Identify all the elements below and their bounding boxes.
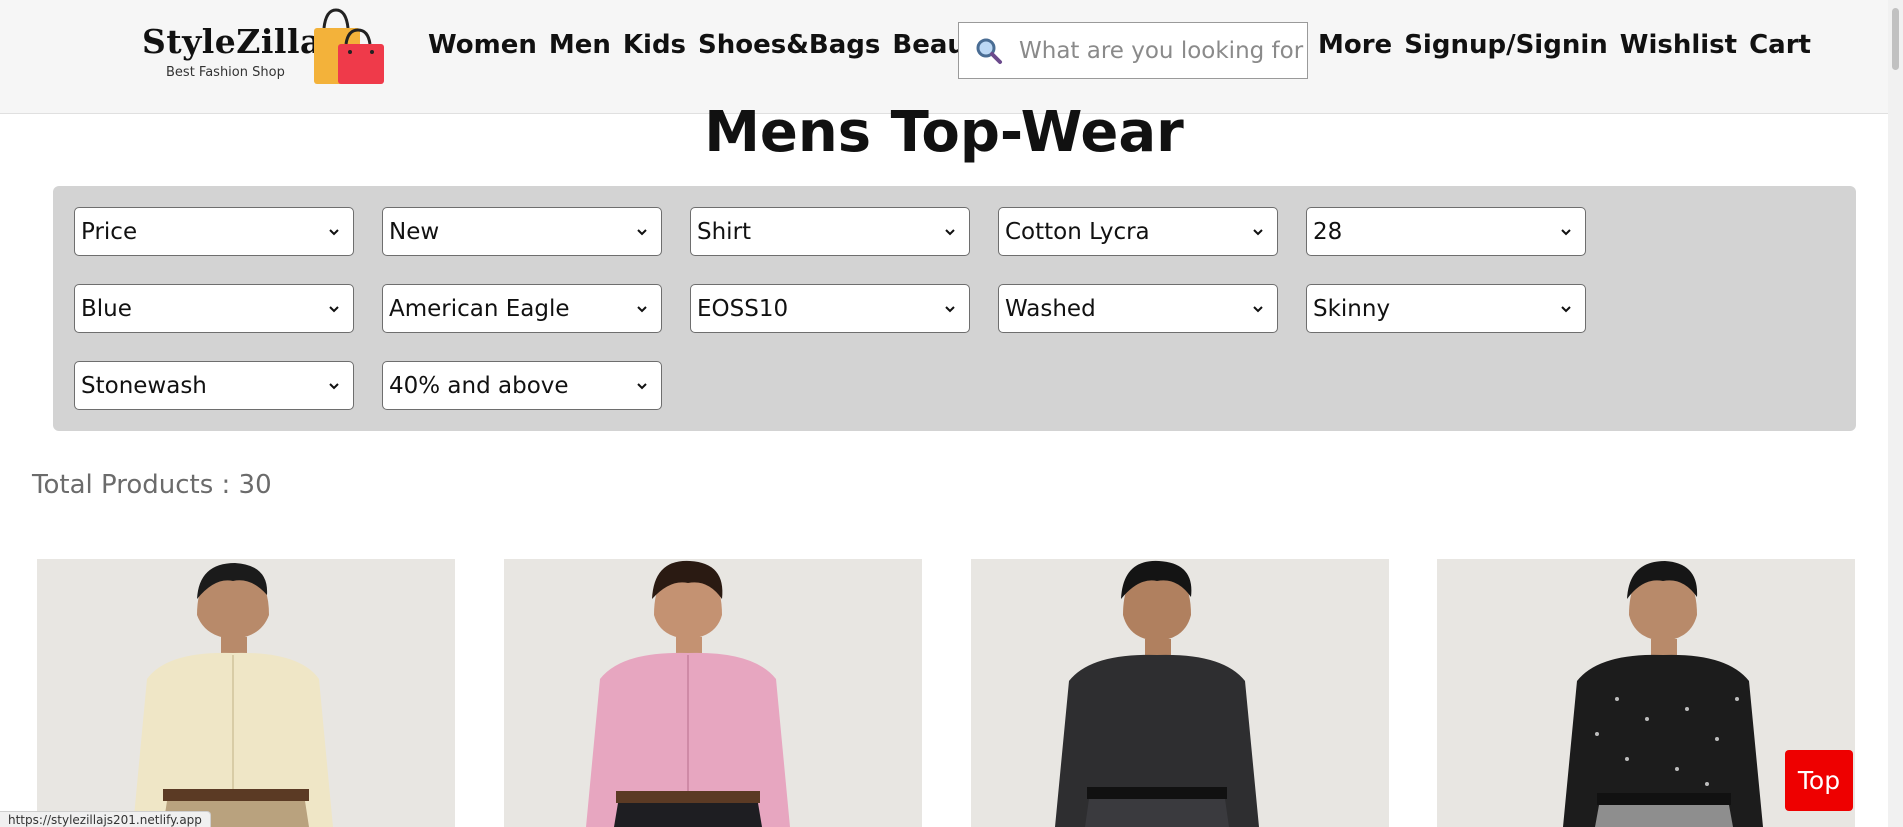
filter-label: 28 <box>1313 218 1343 245</box>
nav-shoes-bags[interactable]: Shoes&Bags <box>698 30 880 60</box>
status-bar-url: https://stylezillajs201.netlify.app <box>0 811 211 827</box>
man-in-dark-grey-shirt <box>971 559 1389 827</box>
chevron-down-icon <box>945 305 955 312</box>
filter-panel: Price New Shirt Cotton Lycra 28 Blue Ame… <box>53 186 1856 431</box>
filter-label: American Eagle <box>389 295 570 322</box>
brand-name: StyleZilla <box>142 22 322 61</box>
nav-signup-signin[interactable]: Signup/Signin <box>1404 30 1608 60</box>
site-header: StyleZilla Best Fashion Shop Women Men K… <box>0 0 1888 114</box>
filter-label: Washed <box>1005 295 1096 322</box>
chevron-down-icon <box>1253 228 1263 235</box>
filter-wash[interactable]: Washed <box>998 284 1278 333</box>
filter-fit[interactable]: Skinny <box>1306 284 1586 333</box>
nav-women[interactable]: Women <box>428 30 537 60</box>
nav-men[interactable]: Men <box>549 30 611 60</box>
page-title: Mens Top-Wear <box>704 100 1184 165</box>
search-icon[interactable] <box>959 37 1019 65</box>
filter-color[interactable]: Blue <box>74 284 354 333</box>
filter-label: Shirt <box>697 218 752 245</box>
chevron-down-icon <box>637 228 647 235</box>
page: StyleZilla Best Fashion Shop Women Men K… <box>0 0 1903 827</box>
account-nav: More Signup/Signin Wishlist Cart <box>1318 30 1811 60</box>
chevron-down-icon <box>945 228 955 235</box>
page-scrollbar[interactable] <box>1888 0 1903 827</box>
nav-wishlist[interactable]: Wishlist <box>1620 30 1737 60</box>
search-box <box>958 22 1308 79</box>
main-nav: Women Men Kids Shoes&Bags Beauty <box>428 30 995 60</box>
product-card[interactable] <box>971 559 1389 827</box>
chevron-down-icon <box>1253 305 1263 312</box>
filter-discount[interactable]: 40% and above <box>382 361 662 410</box>
chevron-down-icon <box>637 305 647 312</box>
product-card[interactable] <box>37 559 455 827</box>
filter-brand[interactable]: American Eagle <box>382 284 662 333</box>
brand-tagline: Best Fashion Shop <box>166 65 285 80</box>
filter-label: New <box>389 218 440 245</box>
chevron-down-icon <box>329 305 339 312</box>
scrollbar-thumb[interactable] <box>1892 8 1899 70</box>
filter-offer[interactable]: EOSS10 <box>690 284 970 333</box>
chevron-down-icon <box>1561 305 1571 312</box>
filter-new[interactable]: New <box>382 207 662 256</box>
filter-label: Price <box>81 218 138 245</box>
total-products: Total Products : 30 <box>32 470 272 500</box>
logo[interactable]: StyleZilla Best Fashion Shop <box>140 8 390 86</box>
filter-fabric[interactable]: Cotton Lycra <box>998 207 1278 256</box>
nav-cart[interactable]: Cart <box>1749 30 1811 60</box>
filter-label: Skinny <box>1313 295 1391 322</box>
filter-type[interactable]: Shirt <box>690 207 970 256</box>
nav-kids[interactable]: Kids <box>623 30 686 60</box>
chevron-down-icon <box>637 382 647 389</box>
back-to-top-button[interactable]: Top <box>1785 750 1853 811</box>
shopping-bags-icon <box>314 8 384 84</box>
nav-more[interactable]: More <box>1318 30 1392 60</box>
filter-label: Stonewash <box>81 372 207 399</box>
chevron-down-icon <box>329 228 339 235</box>
filter-size[interactable]: 28 <box>1306 207 1586 256</box>
filter-label: Blue <box>81 295 132 322</box>
filter-price[interactable]: Price <box>74 207 354 256</box>
filter-label: EOSS10 <box>697 295 789 322</box>
chevron-down-icon <box>1561 228 1571 235</box>
man-in-cream-checked-shirt <box>37 559 455 827</box>
man-in-pink-shirt <box>504 559 922 827</box>
filter-label: Cotton Lycra <box>1005 218 1150 245</box>
filter-label: 40% and above <box>389 372 569 399</box>
chevron-down-icon <box>329 382 339 389</box>
search-input[interactable] <box>1019 37 1304 64</box>
filter-finish[interactable]: Stonewash <box>74 361 354 410</box>
product-card[interactable] <box>504 559 922 827</box>
